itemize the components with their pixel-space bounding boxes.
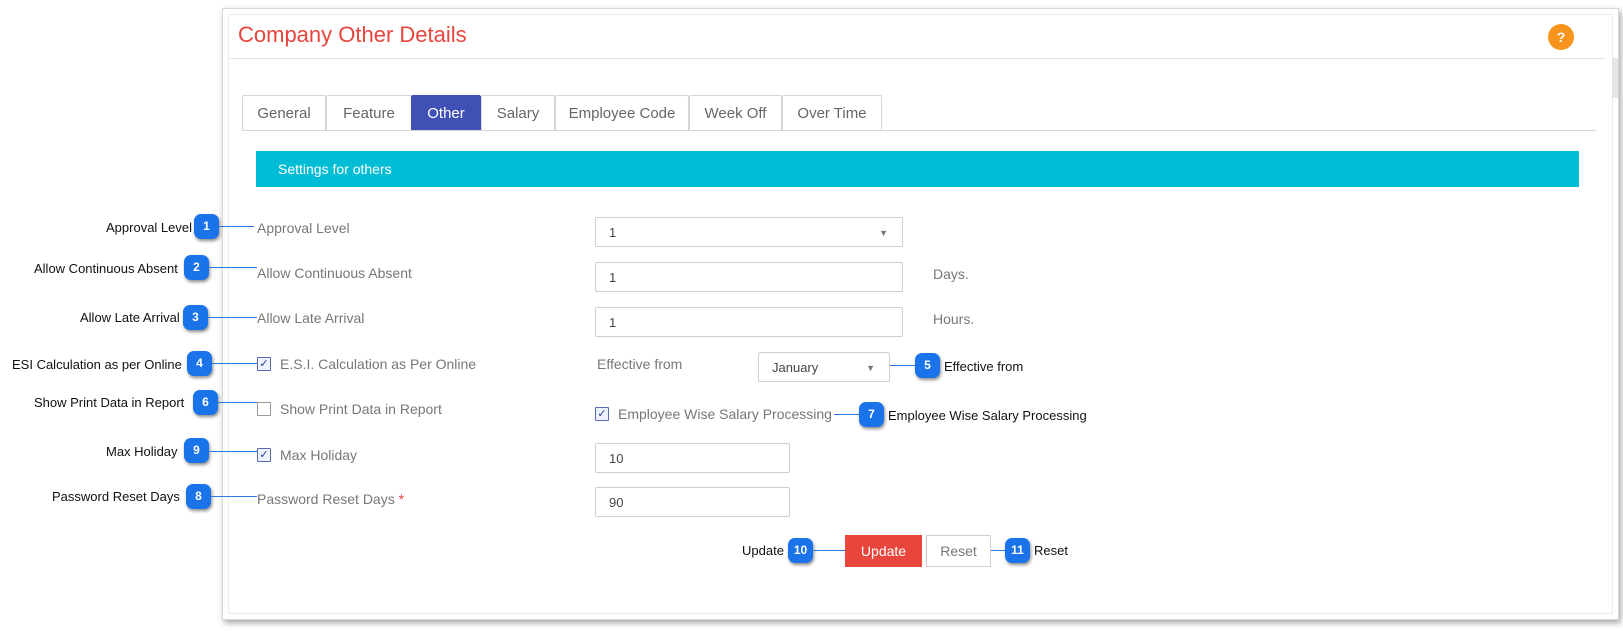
tab-feature[interactable]: Feature <box>326 95 412 131</box>
employee-wise-salary-label: Employee Wise Salary Processing <box>618 406 832 422</box>
tab-employee-code[interactable]: Employee Code <box>555 95 689 131</box>
callout-9-badge: 9 <box>184 438 209 463</box>
employee-wise-salary-checkbox[interactable]: ✓ <box>595 407 609 421</box>
callout-10-text: Update <box>742 543 784 558</box>
section-header: Settings for others <box>256 151 1579 187</box>
tab-divider <box>242 130 1596 131</box>
tab-week-off[interactable]: Week Off <box>689 95 782 131</box>
callout-7-leader <box>834 414 859 415</box>
callout-2-text: Allow Continuous Absent <box>34 261 178 276</box>
callout-10-leader <box>813 550 845 551</box>
callout-5-leader <box>890 365 915 366</box>
tab-other[interactable]: Other <box>411 95 481 131</box>
callout-1-leader <box>219 226 254 227</box>
callout-1-badge: 1 <box>194 214 219 239</box>
show-print-label: Show Print Data in Report <box>280 401 442 417</box>
callout-5-text: Effective from <box>944 359 1024 374</box>
update-button[interactable]: Update <box>845 535 922 567</box>
callout-2-badge: 2 <box>184 255 209 280</box>
callout-6-badge: 6 <box>193 390 218 415</box>
callout-3-text: Allow Late Arrival <box>80 310 180 325</box>
callout-11-badge: 11 <box>1005 538 1030 563</box>
callout-9-text: Max Holiday <box>106 444 178 459</box>
password-reset-label-text: Password Reset Days <box>257 491 395 507</box>
esi-checkbox[interactable]: ✓ <box>257 357 271 371</box>
callout-4-text: ESI Calculation as per Online <box>12 357 182 372</box>
callout-7-badge: 7 <box>859 402 884 427</box>
callout-4-badge: 4 <box>187 351 212 376</box>
max-holiday-checkbox[interactable]: ✓ <box>257 448 271 462</box>
effective-from-value: January <box>772 360 819 375</box>
esi-label: E.S.I. Calculation as Per Online <box>280 356 477 372</box>
callout-3-badge: 3 <box>183 305 208 330</box>
continuous-absent-label: Allow Continuous Absent <box>257 265 412 281</box>
callout-8-badge: 8 <box>186 484 211 509</box>
late-arrival-label: Allow Late Arrival <box>257 310 365 326</box>
help-button[interactable]: ? <box>1548 24 1574 50</box>
callout-1-text: Approval Level <box>106 220 192 235</box>
approval-level-value: 1 <box>609 225 617 240</box>
callout-8-text: Password Reset Days <box>52 489 180 504</box>
max-holiday-input[interactable]: 10 <box>595 443 790 473</box>
approval-level-select[interactable]: 1 ▼ <box>595 217 903 247</box>
continuous-absent-input[interactable]: 1 <box>595 262 903 292</box>
show-print-checkbox[interactable] <box>257 402 271 416</box>
tab-salary[interactable]: Salary <box>481 95 555 131</box>
late-arrival-input[interactable]: 1 <box>595 307 903 337</box>
caret-down-icon: ▼ <box>879 228 888 238</box>
days-unit: Days. <box>933 266 969 282</box>
page-title: Company Other Details <box>238 22 467 47</box>
callout-11-text: Reset <box>1034 543 1068 558</box>
callout-6-text: Show Print Data in Report <box>34 395 185 410</box>
hours-unit: Hours. <box>933 311 975 327</box>
callout-10-badge: 10 <box>788 538 813 563</box>
effective-from-label: Effective from <box>597 356 683 372</box>
effective-from-select[interactable]: January ▼ <box>758 352 890 382</box>
max-holiday-label: Max Holiday <box>280 447 358 463</box>
callout-11-leader <box>991 550 1005 551</box>
scrollbar[interactable] <box>1612 58 1618 98</box>
callout-2-leader <box>209 267 257 268</box>
callout-7-text: Employee Wise Salary Processing <box>888 408 1087 423</box>
caret-down-icon: ▼ <box>866 363 875 373</box>
callout-3-leader <box>208 317 257 318</box>
callout-5-badge: 5 <box>915 353 940 378</box>
tab-over-time[interactable]: Over Time <box>782 95 882 131</box>
title-divider <box>230 58 1605 59</box>
callout-9-leader <box>209 451 257 452</box>
callout-4-leader <box>212 363 257 364</box>
tab-general[interactable]: General <box>242 95 326 131</box>
password-reset-label: Password Reset Days * <box>257 491 404 507</box>
password-reset-input[interactable]: 90 <box>595 487 790 517</box>
approval-level-label: Approval Level <box>257 220 350 236</box>
required-mark: * <box>398 491 405 507</box>
callout-6-leader <box>218 402 257 403</box>
reset-button[interactable]: Reset <box>926 535 991 567</box>
callout-8-leader <box>211 496 257 497</box>
